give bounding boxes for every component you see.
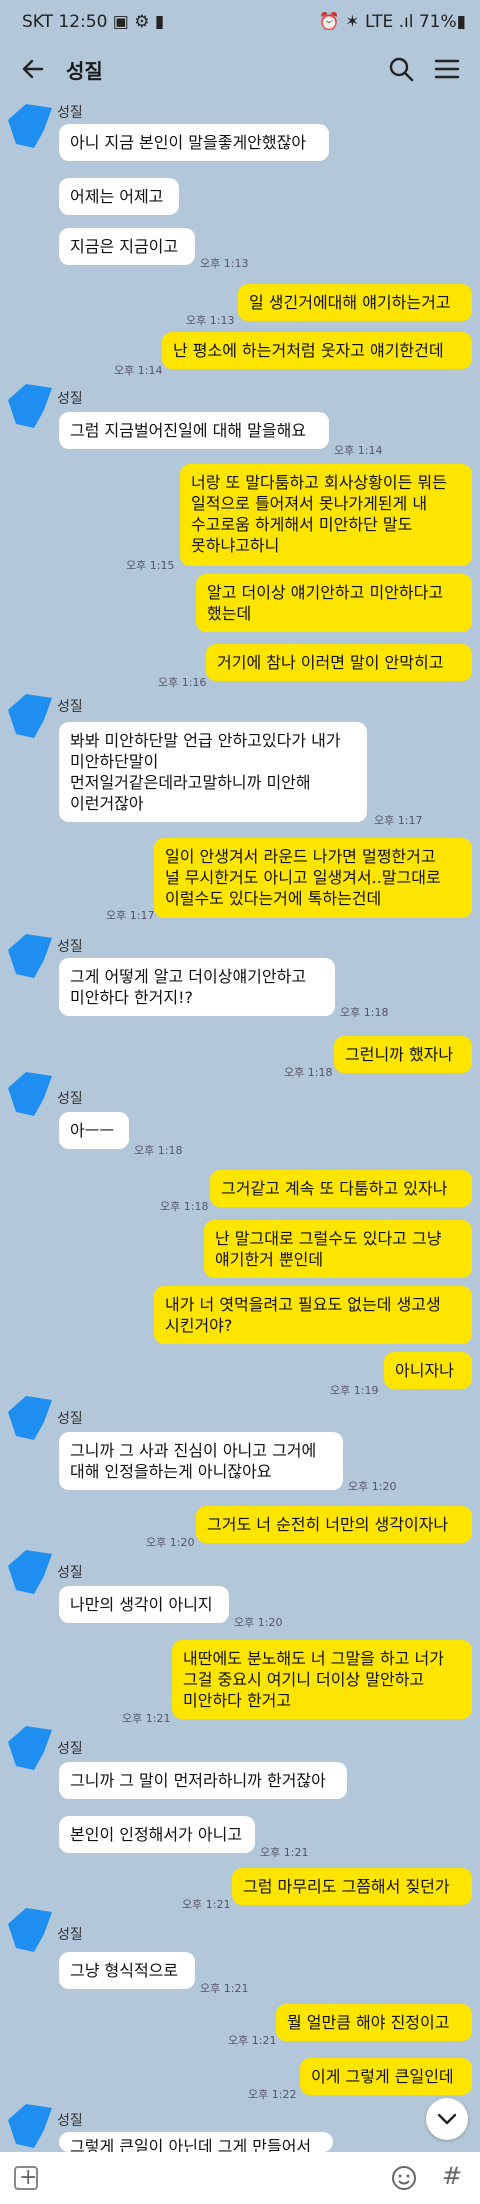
status-left: SKT 12:50 ▣ ⚙ ▮ bbox=[22, 12, 165, 32]
incoming-message[interactable]: 그게 어떻게 알고 더이상얘기안하고 미안하다 한거지!? bbox=[59, 958, 335, 1016]
status-right: ⏰ ✶ LTE .ıl 71%▮ bbox=[318, 12, 466, 32]
outgoing-message[interactable]: 이게 그렇게 큰일인데 bbox=[300, 2058, 472, 2095]
message-time: 오후 1:16 bbox=[158, 676, 207, 689]
chat-header: 성질 bbox=[0, 44, 480, 96]
outgoing-message[interactable]: 난 평소에 하는거처럼 웃자고 얘기한건데 bbox=[162, 332, 472, 369]
sender-name: 성질 bbox=[57, 939, 83, 955]
message-time: 오후 1:18 bbox=[134, 1144, 183, 1157]
scroll-down-button[interactable] bbox=[426, 2098, 468, 2140]
message-time: 오후 1:18 bbox=[284, 1066, 333, 1079]
back-arrow-icon[interactable] bbox=[18, 54, 48, 84]
avatar[interactable] bbox=[4, 1546, 56, 1598]
outgoing-message[interactable]: 그거같고 계속 또 다툼하고 있자나 bbox=[210, 1170, 472, 1207]
incoming-message[interactable]: 지금은 지금이고 bbox=[59, 228, 195, 265]
message-time: 오후 1:14 bbox=[114, 364, 163, 377]
sender-name: 성질 bbox=[57, 2113, 83, 2129]
incoming-message[interactable]: 나만의 생각이 아니지 bbox=[59, 1586, 229, 1623]
outgoing-message[interactable]: 그럼 마무리도 그쯤해서 짖던가 bbox=[232, 1868, 472, 1905]
sender-name: 성질 bbox=[57, 1565, 83, 1581]
incoming-message[interactable]: 그니까 그 말이 먼저라하니까 한거잖아 bbox=[59, 1762, 347, 1799]
message-time: 오후 1:19 bbox=[330, 1384, 379, 1397]
incoming-message[interactable]: 아니 지금 본인이 말을좋게안했잖아 bbox=[59, 124, 329, 161]
outgoing-message[interactable]: 그런니까 했자나 bbox=[334, 1036, 472, 1073]
status-bar: SKT 12:50 ▣ ⚙ ▮ ⏰ ✶ LTE .ıl 71%▮ bbox=[0, 0, 480, 44]
avatar[interactable] bbox=[4, 380, 56, 432]
message-time: 오후 1:21 bbox=[122, 1712, 171, 1725]
incoming-message[interactable]: 그냥 형식적으로 bbox=[59, 1952, 195, 1989]
message-time: 오후 1:17 bbox=[374, 814, 423, 827]
outgoing-message[interactable]: 아니자나 bbox=[384, 1352, 472, 1389]
outgoing-message[interactable]: 내가 너 엿먹을려고 필요도 없는데 생고생 시킨거야? bbox=[154, 1286, 472, 1344]
incoming-message[interactable]: 봐봐 미안하단말 언급 안하고있다가 내가 미안하단말이 먼저일거같은데라고말하… bbox=[59, 722, 367, 822]
outgoing-message[interactable]: 알고 더이상 얘기안하고 미안하다고 했는데 bbox=[196, 574, 472, 632]
message-time: 오후 1:21 bbox=[260, 1846, 309, 1859]
outgoing-message[interactable]: 너랑 또 말다툼하고 회사상황이든 뭐든 일적으로 틀어져서 못나가게된게 내 … bbox=[180, 464, 472, 566]
message-time: 오후 1:20 bbox=[146, 1536, 195, 1549]
emoji-icon[interactable] bbox=[390, 2164, 418, 2192]
outgoing-message[interactable]: 거기에 참나 이러면 말이 안막히고 bbox=[206, 644, 472, 681]
message-time: 오후 1:22 bbox=[248, 2088, 297, 2101]
incoming-message[interactable]: 그럼 지금벌어진일에 대해 말을해요 bbox=[59, 412, 329, 449]
sender-name: 성질 bbox=[57, 391, 83, 407]
message-time: 오후 1:21 bbox=[182, 1898, 231, 1911]
avatar[interactable] bbox=[4, 930, 56, 982]
avatar[interactable] bbox=[4, 1392, 56, 1444]
incoming-message[interactable]: 그니까 그 사과 진심이 아니고 그거에 대해 인정을하는게 아니잖아요 bbox=[59, 1432, 343, 1490]
sender-name: 성질 bbox=[57, 699, 83, 715]
avatar[interactable] bbox=[4, 100, 56, 152]
outgoing-message[interactable]: 내딴에도 분노해도 너 그말을 하고 너가 그걸 중요시 여기니 더이상 말안하… bbox=[172, 1640, 472, 1719]
hashtag-icon[interactable]: # bbox=[442, 2162, 462, 2190]
sender-name: 성질 bbox=[57, 1741, 83, 1757]
message-time: 오후 1:14 bbox=[334, 444, 383, 457]
attach-plus-icon[interactable]: + bbox=[14, 2165, 38, 2190]
message-time: 오후 1:13 bbox=[186, 314, 235, 327]
message-time: 오후 1:13 bbox=[200, 257, 249, 270]
avatar[interactable] bbox=[4, 1904, 56, 1956]
message-time: 오후 1:17 bbox=[106, 909, 155, 922]
message-time: 오후 1:18 bbox=[160, 1200, 209, 1213]
outgoing-message[interactable]: 그거도 너 순전히 너만의 생각이자나 bbox=[196, 1506, 472, 1543]
avatar[interactable] bbox=[4, 1068, 56, 1120]
sender-name: 성질 bbox=[57, 1927, 83, 1943]
outgoing-message[interactable]: 일 생긴거에대해 얘기하는거고 bbox=[238, 284, 472, 321]
message-time: 오후 1:20 bbox=[234, 1616, 283, 1629]
chevron-down-icon bbox=[437, 2113, 457, 2125]
avatar[interactable] bbox=[4, 1722, 56, 1774]
message-time: 오후 1:15 bbox=[126, 559, 175, 572]
search-icon[interactable] bbox=[386, 54, 416, 84]
sender-name: 성질 bbox=[57, 1411, 83, 1427]
menu-icon[interactable] bbox=[432, 54, 462, 84]
incoming-message[interactable]: 본인이 인정해서가 아니고 bbox=[59, 1816, 255, 1853]
incoming-message[interactable]: 어제는 어제고 bbox=[59, 178, 179, 215]
message-time: 오후 1:20 bbox=[348, 1480, 397, 1493]
avatar[interactable] bbox=[4, 690, 56, 742]
outgoing-message[interactable]: 일이 안생겨서 라운드 나가면 멀쩡한거고 널 무시한거도 아니고 일생겨서..… bbox=[154, 838, 472, 918]
sender-name: 성질 bbox=[57, 105, 83, 121]
outgoing-message[interactable]: 뭘 얼만큼 해야 진정이고 bbox=[276, 2004, 472, 2041]
chat-title: 성질 bbox=[66, 59, 103, 83]
incoming-message[interactable]: 그렇게 큰일이 아닌데 그게 만들어서 bbox=[59, 2132, 333, 2152]
incoming-message[interactable]: 아ㅡㅡ bbox=[59, 1112, 129, 1149]
message-time: 오후 1:21 bbox=[200, 1982, 249, 1995]
avatar[interactable] bbox=[4, 2100, 56, 2152]
message-input-bar: + # bbox=[0, 2152, 480, 2204]
sender-name: 성질 bbox=[57, 1091, 83, 1107]
message-time: 오후 1:18 bbox=[340, 1006, 389, 1019]
message-time: 오후 1:21 bbox=[228, 2034, 277, 2047]
outgoing-message[interactable]: 난 말그대로 그럴수도 있다고 그냥 얘기한거 뿐인데 bbox=[204, 1220, 472, 1278]
